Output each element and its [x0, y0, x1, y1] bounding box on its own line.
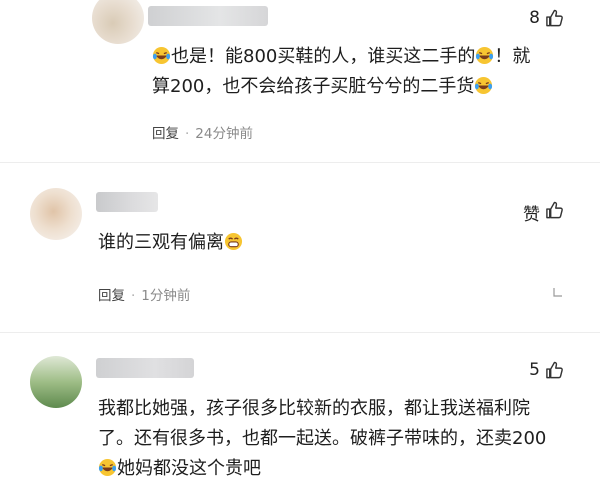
username-blurred[interactable] — [96, 358, 194, 378]
like-count: 8 — [529, 8, 540, 28]
comment-text-line-2: 了。还有很多书，也都一起送。破裤子带味的，还卖200 — [98, 428, 547, 449]
more-options-icon[interactable] — [550, 286, 564, 300]
comment-2: 赞 谁的三观有偏离 回复 · 1分钟前 — [0, 162, 600, 332]
laugh-cry-emoji-icon — [152, 46, 171, 65]
username-blurred[interactable] — [148, 6, 268, 26]
timestamp: 24分钟前 — [195, 126, 253, 142]
comment-meta: 回复 · 1分钟前 — [98, 284, 190, 304]
username-blurred[interactable] — [96, 192, 158, 212]
separator-dot: · — [185, 126, 190, 142]
separator-dot: · — [131, 288, 136, 304]
comment-text-line-2: 算200，也不会给孩子买脏兮兮的二手货 — [152, 72, 493, 102]
comment-text: 谁的三观有偏离 — [98, 228, 243, 258]
grin-emoji-icon — [224, 232, 243, 251]
comment-3: 5 我都比她强，孩子很多比较新的衣服，都让我送福利院 了。还有很多书，也都一起送… — [0, 332, 600, 498]
avatar[interactable] — [30, 188, 82, 240]
laugh-cry-emoji-icon — [98, 458, 117, 477]
thumbs-up-icon[interactable] — [545, 8, 564, 28]
comment-text-line-1: 我都比她强，孩子很多比较新的衣服，都让我送福利院 — [98, 398, 530, 419]
comment-text-line-1: 也是！能800买鞋的人，谁买这二手的 ！就 — [152, 42, 530, 72]
reply-button[interactable]: 回复 — [152, 126, 179, 142]
reply-button[interactable]: 回复 — [98, 288, 125, 304]
timestamp: 1分钟前 — [141, 288, 191, 304]
comment-text-line-3: 她妈都没这个贵吧 — [98, 454, 261, 484]
laugh-cry-emoji-icon — [476, 46, 494, 65]
avatar[interactable] — [30, 356, 82, 408]
avatar[interactable] — [92, 0, 144, 44]
like-button-label[interactable]: 赞 — [523, 200, 540, 225]
laugh-cry-emoji-icon — [475, 76, 493, 95]
thumbs-up-icon[interactable] — [545, 200, 564, 220]
comment-1: 8 也是！能800买鞋的人，谁买这二手的 ！就 算200，也不会给孩子买脏兮兮的二… — [0, 0, 600, 150]
comment-meta: 回复 · 24分钟前 — [152, 122, 253, 142]
thumbs-up-icon[interactable] — [545, 360, 564, 380]
like-count: 5 — [529, 360, 540, 380]
